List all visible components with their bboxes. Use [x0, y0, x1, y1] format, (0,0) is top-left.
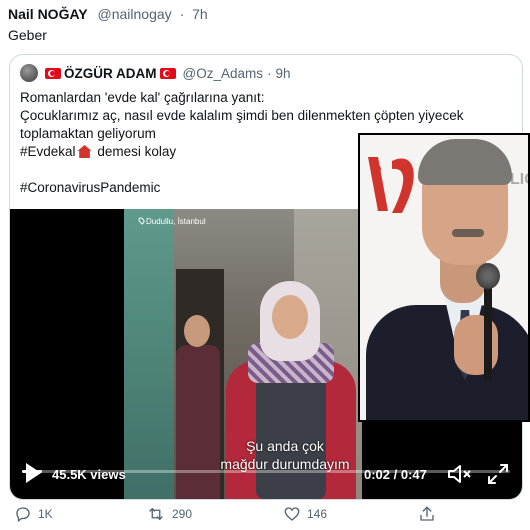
tweet-header: Nail NOĞAY @nailnogay · 7h: [8, 6, 208, 22]
share-icon: [420, 506, 434, 521]
retweet-count: 290: [172, 507, 193, 521]
reply-count: 1K: [38, 507, 53, 521]
house-emoji-icon: [77, 145, 92, 158]
fullscreen-icon[interactable]: [486, 462, 510, 491]
play-icon[interactable]: [24, 462, 42, 489]
video-views: 45.5K views: [52, 467, 126, 482]
separator-dot: ·: [179, 6, 185, 22]
separator-dot: ·: [266, 65, 272, 81]
suit: [366, 305, 528, 420]
like-count: 146: [307, 507, 328, 521]
hashtag-evdekal[interactable]: #Evdekal: [20, 144, 76, 159]
turkey-flag-icon: [159, 67, 176, 79]
hair: [418, 139, 512, 185]
tweet-time[interactable]: 7h: [192, 6, 208, 22]
like-button[interactable]: 146: [283, 505, 327, 523]
quote-avatar[interactable]: [20, 64, 38, 82]
quote-header: ÖZGÜR ADAM @Oz_Adams · 9h: [20, 64, 291, 82]
party-logo: [368, 157, 414, 213]
quote-line: Romanlardan 'evde kal' çağrılarına yanıt…: [20, 90, 265, 105]
microphone-handle: [484, 285, 492, 380]
volume-icon[interactable]: [446, 462, 472, 491]
microphone-icon: [476, 263, 500, 289]
tweet-text: Geber: [8, 27, 47, 43]
mustache: [452, 229, 484, 237]
location-label: Dudullu, İstanbul: [146, 217, 206, 226]
tweet-action-bar: 1K 290 146: [0, 505, 530, 527]
share-button[interactable]: [418, 505, 442, 523]
retweet-button[interactable]: 290: [146, 505, 192, 523]
politician-photo: LIC: [358, 133, 530, 422]
quote-author-name[interactable]: ÖZGÜR ADAM: [64, 66, 157, 81]
author-name[interactable]: Nail NOĞAY: [8, 6, 88, 22]
reply-button[interactable]: 1K: [14, 505, 53, 523]
quote-time[interactable]: 9h: [275, 66, 290, 81]
video-time: 0:02 / 0:47: [364, 467, 427, 482]
quote-author-handle[interactable]: @Oz_Adams: [183, 66, 263, 81]
retweet-icon: [149, 508, 163, 520]
reply-icon: [16, 507, 30, 523]
subtitle-line-1: Şu anda çok: [246, 438, 324, 454]
heart-icon: [284, 507, 300, 521]
author-handle[interactable]: @nailnogay: [98, 6, 172, 22]
turkey-flag-icon: [45, 67, 61, 79]
quote-line: demesi kolay: [97, 144, 177, 159]
logo-letters: LIC: [510, 171, 528, 188]
quote-line: Çocuklarımız aç, nasıl evde kalalım şimd…: [20, 108, 464, 123]
